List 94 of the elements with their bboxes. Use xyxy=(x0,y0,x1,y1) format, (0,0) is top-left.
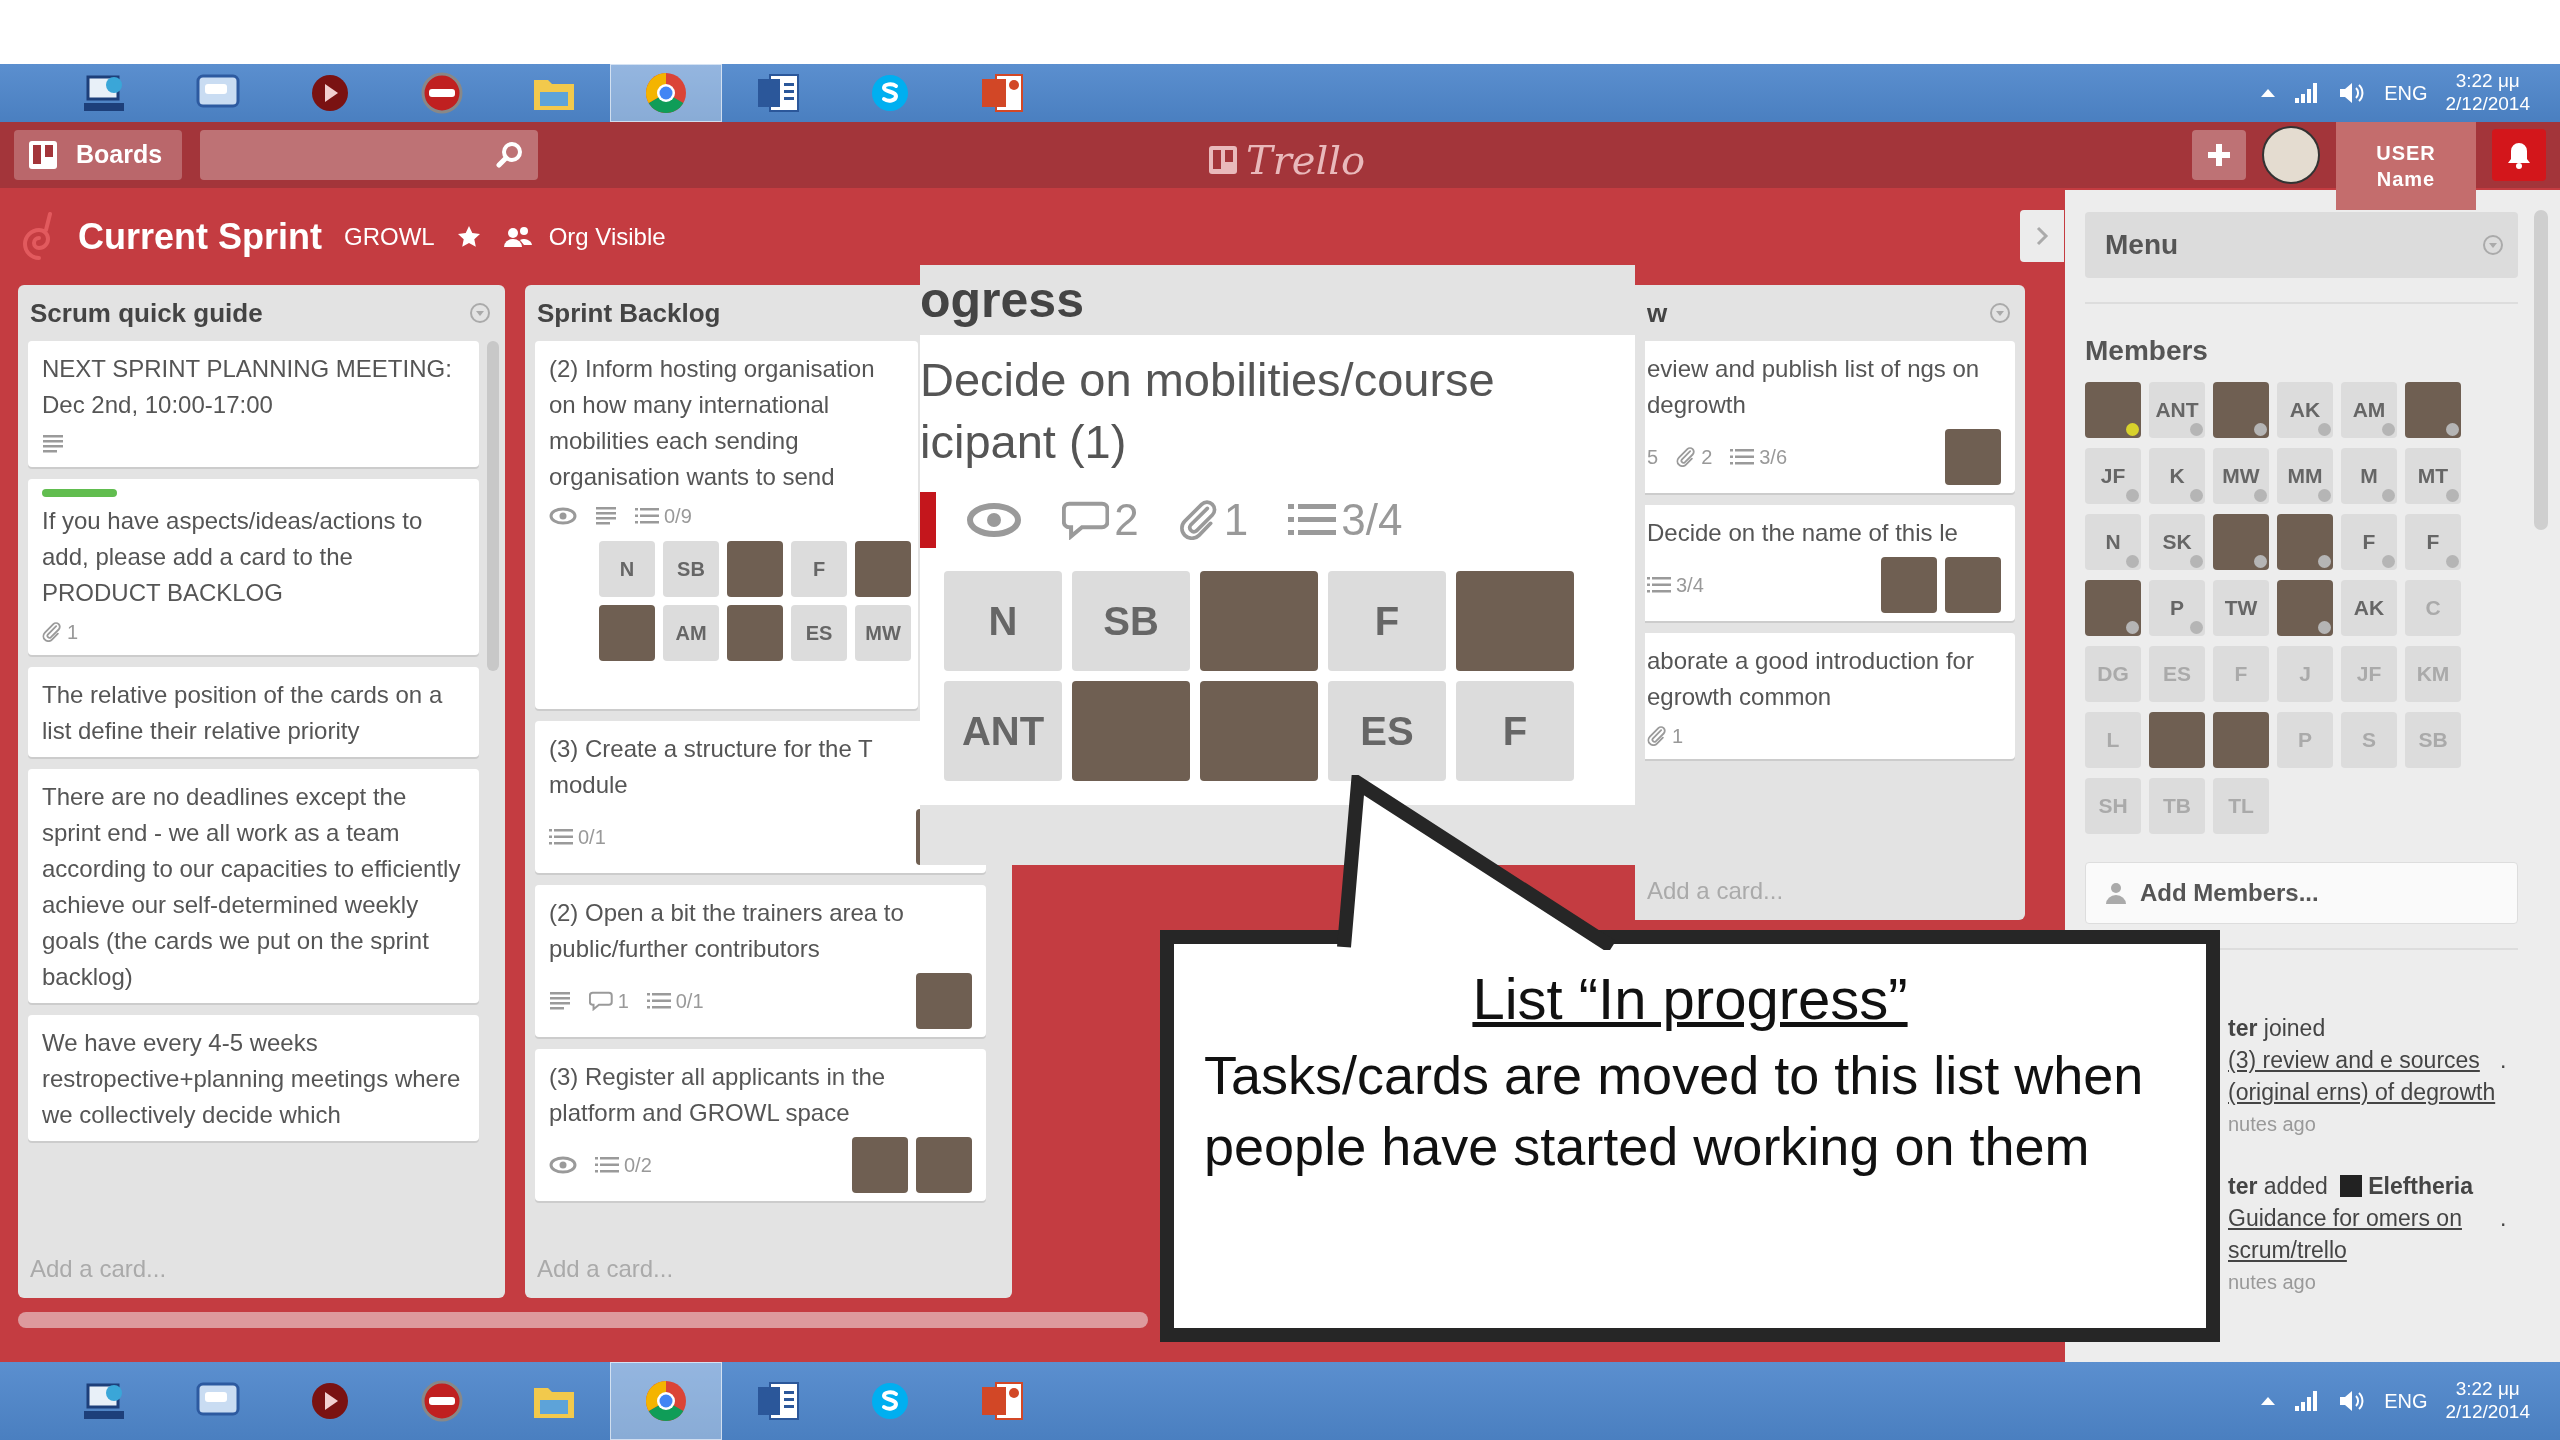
activity-text: ter joined xyxy=(2228,1015,2326,1041)
member-initials[interactable]: SB xyxy=(1072,571,1190,671)
card-title: We have every 4-5 weeks restropective+planning meetings where we collectively decide which xyxy=(42,1028,462,1130)
member-initials[interactable]: M xyxy=(2341,448,2397,504)
card[interactable]: The relative position of the cards on a list define their relative priority xyxy=(28,667,479,757)
member-initials[interactable]: MW xyxy=(855,605,911,661)
card[interactable]: (2) Inform hosting organisation on how many international mobilities each sending organisation wants to send 0/9 N SB F AM ES MW xyxy=(535,341,918,709)
member-initials[interactable]: AM xyxy=(2341,382,2397,438)
card[interactable]: NEXT SPRINT PLANNING MEETING: Dec 2nd, 10:00-17:00 xyxy=(28,341,479,467)
card-title: NEXT SPRINT PLANNING MEETING: Dec 2nd, 10:00-17:00 xyxy=(42,354,453,420)
checklist-progress: 3/6 xyxy=(1759,445,1788,470)
card-title: (2) Open a bit the trainers area to public/further contributors xyxy=(549,898,905,964)
card-title: Decide on the name of this le xyxy=(1647,518,1959,548)
card-title: The relative position of the cards on a list define their relative priority xyxy=(42,680,444,746)
member-initials[interactable]: AK xyxy=(2341,580,2397,636)
callout-text: Tasks/cards are moved to this list when people have started working on them xyxy=(1204,1043,2145,1179)
clock-date[interactable]: 2/12/2014 xyxy=(2445,1401,2530,1424)
member-initials[interactable]: AM xyxy=(663,605,719,661)
organization-name[interactable]: GROWL xyxy=(344,218,435,255)
checklist-progress: 0/1 xyxy=(675,989,704,1014)
member-initials[interactable]: ANT xyxy=(2149,382,2205,438)
logo-text[interactable]: Trello xyxy=(1246,130,1366,190)
member-initials[interactable]: MT xyxy=(2405,448,2461,504)
card-title: There are no deadlines except the sprint end - we all work as a team according to our capacities to efficiently achieve our self-determined weekly goals (the cards we put on the sprint backlog) xyxy=(42,782,462,992)
menu-title: Menu xyxy=(2105,228,2179,262)
list-title: w xyxy=(1647,296,1668,330)
punctuation-text: . xyxy=(2500,1047,2507,1073)
checklist-progress: 0/2 xyxy=(624,1153,652,1178)
timestamp: nutes ago xyxy=(2228,1112,2317,1137)
list-title: Scrum quick guide xyxy=(30,296,263,330)
language-indicator[interactable]: ENG xyxy=(2384,1386,2428,1416)
card[interactable]: eview and publish list of ngs on degrowth 5 2 3/6 xyxy=(1645,341,2015,493)
clock-time[interactable]: 3:22 μμ xyxy=(2455,70,2520,93)
attachment-count: 1 xyxy=(1223,494,1249,546)
checklist-progress: 0/9 xyxy=(664,504,692,529)
attachment-count: 1 xyxy=(1672,724,1684,749)
card-title: eview and publish list of ngs on degrowth xyxy=(1647,354,1981,420)
card-link[interactable]: (3) review and e sources (original erns) of degrowth xyxy=(2228,1044,2500,1108)
checklist-progress: 3/4 xyxy=(1676,573,1704,598)
card-link[interactable]: Guidance for omers on scrum/trello xyxy=(2228,1202,2500,1266)
card[interactable]: aborate a good introduction for egrowth common 1 xyxy=(1645,633,2015,759)
member-initials[interactable]: MM xyxy=(2277,448,2333,504)
member-initials[interactable]: TW xyxy=(2213,580,2269,636)
count-text: 5 xyxy=(1647,445,1659,470)
member-initials[interactable]: F xyxy=(1456,681,1574,781)
member-name: Eleftheria xyxy=(2368,1173,2473,1199)
member-initials[interactable]: K xyxy=(2149,448,2205,504)
list-title: Sprint Backlog xyxy=(537,296,721,330)
member-initials[interactable]: F xyxy=(1328,571,1446,671)
member-initials[interactable]: F xyxy=(791,541,847,597)
card[interactable]: (2) Open a bit the trainers area to public/further contributors 1 0/1 xyxy=(535,885,986,1037)
clock-date[interactable]: 2/12/2014 xyxy=(2445,93,2530,116)
list-title: ogress xyxy=(920,271,1085,330)
member-initials[interactable]: JF xyxy=(2085,448,2141,504)
comment-count: 2 xyxy=(1114,494,1139,546)
section-heading: Members xyxy=(2085,334,2209,368)
attachment-count: 1 xyxy=(67,620,79,645)
card[interactable]: We have every 4-5 weeks restropective+planning meetings where we collectively decide which xyxy=(28,1015,479,1141)
punctuation-text: . xyxy=(2500,1205,2507,1231)
member-initials[interactable]: AK xyxy=(2277,382,2333,438)
member-initials[interactable]: ES xyxy=(1328,681,1446,781)
member-initials[interactable]: F xyxy=(2341,514,2397,570)
language-indicator[interactable]: ENG xyxy=(2384,78,2428,108)
member-initials[interactable]: SK xyxy=(2149,514,2205,570)
timestamp: nutes ago xyxy=(2228,1270,2317,1295)
callout-title: List “In progress” xyxy=(1471,965,1909,1033)
board-title[interactable]: Current Sprint xyxy=(78,209,322,264)
card-title: (3) Register all applicants in the platform and GROWL space xyxy=(549,1062,887,1128)
comment-count: 1 xyxy=(617,989,629,1014)
card-title: (2) Inform hosting organisation on how many international mobilities each sending organisation wants to send xyxy=(549,354,876,492)
card-title: aborate a good introduction for egrowth common xyxy=(1647,646,1975,712)
user-name-label[interactable]: USER Name xyxy=(2336,122,2476,210)
member-initials[interactable]: P xyxy=(2149,580,2205,636)
card-title: (3) Create a structure for the T module xyxy=(549,734,874,800)
member-initials[interactable]: F xyxy=(2405,514,2461,570)
member-initials[interactable]: ANT xyxy=(944,681,1062,781)
attachment-count: 2 xyxy=(1701,445,1713,470)
member-initials[interactable]: N xyxy=(944,571,1062,671)
member-initials[interactable]: MW xyxy=(2213,448,2269,504)
member-initials[interactable]: ES xyxy=(791,605,847,661)
add-members-button[interactable]: Add Members... xyxy=(2085,862,2518,924)
checklist-progress: 0/1 xyxy=(578,825,606,850)
card-title: Decide on mobilities/course icipant (1) xyxy=(920,352,1496,470)
card[interactable]: There are no deadlines except the sprint end - we all work as a team according to our capacities to efficiently achieve our self-determined weekly goals (the cards we put on the sprint backlog) xyxy=(28,769,479,1003)
member-initials[interactable]: N xyxy=(599,541,655,597)
boards-button[interactable]: Boards xyxy=(14,130,183,180)
member-initials[interactable]: N xyxy=(2085,514,2141,570)
clock-time[interactable]: 3:22 μμ xyxy=(2455,1378,2520,1401)
card[interactable]: If you have aspects/ideas/actions to add, please add a card to the PRODUCT BACKLOG 1 xyxy=(28,479,479,655)
card-title: If you have aspects/ideas/actions to add, please add a card to the PRODUCT BACKLOG xyxy=(42,506,424,608)
member-initials[interactable]: SB xyxy=(663,541,719,597)
visibility-label[interactable]: Org Visible xyxy=(548,218,666,255)
checklist-progress: 3/4 xyxy=(1341,494,1403,546)
activity-text: ter added xyxy=(2228,1173,2328,1199)
